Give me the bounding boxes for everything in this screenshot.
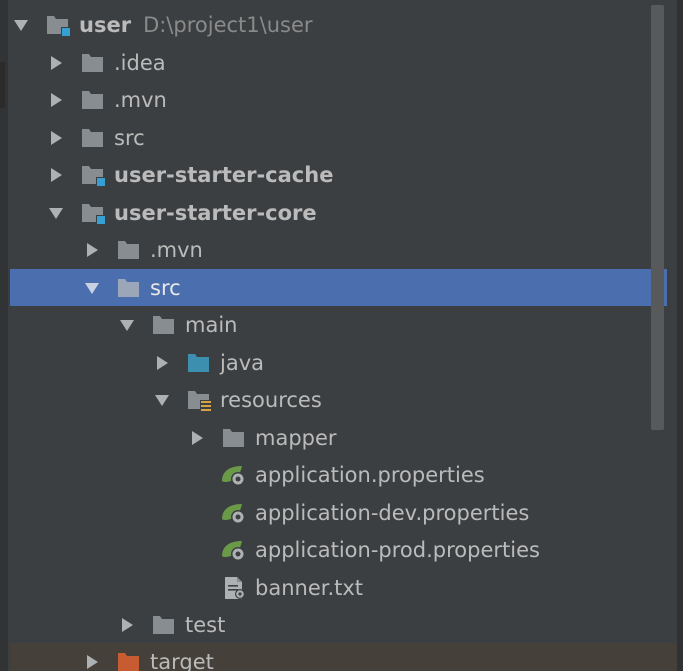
tree-node-src[interactable]: src — [10, 119, 667, 156]
scrollbar-thumb[interactable] — [651, 5, 664, 430]
module-folder-icon — [44, 13, 72, 37]
tree-node-user-starter-core[interactable]: user-starter-core — [10, 194, 667, 231]
tree-node-label: application.properties — [255, 462, 485, 487]
spring-properties-icon — [220, 501, 248, 525]
chevron-right-icon[interactable] — [45, 89, 67, 111]
tree-node-label: mapper — [255, 425, 337, 450]
tree-node-main[interactable]: main — [10, 306, 667, 343]
tree-node-resources[interactable]: resources — [10, 381, 667, 418]
spring-properties-icon — [220, 463, 248, 487]
chevron-right-icon[interactable] — [45, 127, 67, 149]
chevron-down-icon[interactable] — [45, 202, 67, 224]
tree-node-application-properties[interactable]: application.properties — [10, 456, 667, 493]
chevron-down-icon[interactable] — [81, 277, 103, 299]
tree-node-label: application-dev.properties — [255, 500, 530, 525]
folder-icon — [220, 426, 248, 450]
chevron-right-icon[interactable] — [45, 52, 67, 74]
tree-node-banner-txt[interactable]: banner.txt — [10, 569, 667, 606]
tree-node-label: application-prod.properties — [255, 537, 540, 562]
folder-icon — [115, 276, 143, 300]
chevron-right-icon[interactable] — [81, 651, 103, 671]
chevron-down-icon[interactable] — [151, 389, 173, 411]
tree-node-java[interactable]: java — [10, 344, 667, 381]
tree-node-label: src — [114, 125, 145, 150]
tree-node-label: user-starter-core — [114, 200, 317, 225]
tool-window-strip — [0, 0, 8, 671]
tree-node-application-dev-properties[interactable]: application-dev.properties — [10, 494, 667, 531]
tree-node-mapper[interactable]: mapper — [10, 419, 667, 456]
tree-node-user[interactable]: user D:\project1\user — [10, 6, 667, 43]
tree-node-core-mvn[interactable]: .mvn — [10, 231, 667, 268]
tree-node-label: banner.txt — [255, 575, 364, 600]
tree-node-idea[interactable]: .idea — [10, 44, 667, 81]
tree-node-label: main — [185, 312, 238, 337]
folder-icon — [150, 313, 178, 337]
tree-node-target[interactable]: target — [10, 643, 683, 671]
tree-node-mvn[interactable]: .mvn — [10, 81, 667, 118]
module-folder-icon — [79, 201, 107, 225]
chevron-down-icon[interactable] — [10, 14, 32, 36]
chevron-down-icon[interactable] — [116, 314, 138, 336]
folder-icon — [79, 88, 107, 112]
chevron-right-icon[interactable] — [81, 239, 103, 261]
tree-node-application-prod-properties[interactable]: application-prod.properties — [10, 531, 667, 568]
folder-icon — [150, 613, 178, 637]
tree-node-test[interactable]: test — [10, 606, 667, 643]
excluded-folder-icon — [115, 650, 143, 671]
spring-properties-icon — [220, 538, 248, 562]
folder-icon — [79, 51, 107, 75]
project-tree-panel: user D:\project1\user .idea .mvn src use… — [0, 0, 683, 671]
tree-node-label: src — [150, 275, 181, 300]
tree-node-label: .mvn — [114, 87, 167, 112]
tree-node-user-starter-cache[interactable]: user-starter-cache — [10, 156, 667, 193]
tree-node-label: test — [185, 612, 226, 637]
tree-node-label: target — [150, 649, 214, 671]
chevron-right-icon[interactable] — [45, 164, 67, 186]
tree-node-label: .idea — [114, 50, 166, 75]
folder-icon — [115, 238, 143, 262]
folder-icon — [79, 126, 107, 150]
tree-node-label: user-starter-cache — [114, 162, 334, 187]
panel-edge — [677, 0, 683, 671]
chevron-right-icon[interactable] — [151, 352, 173, 374]
source-folder-icon — [185, 351, 213, 375]
tree-node-label: resources — [220, 387, 322, 412]
tree-node-core-src[interactable]: src — [10, 269, 667, 306]
module-folder-icon — [79, 163, 107, 187]
resources-folder-icon — [185, 388, 213, 412]
tree-node-label: user — [79, 12, 132, 37]
tree-node-label: java — [220, 350, 264, 375]
chevron-right-icon[interactable] — [186, 427, 208, 449]
tree-node-label: .mvn — [150, 237, 203, 262]
text-file-icon — [220, 576, 248, 600]
module-path: D:\project1\user — [143, 12, 313, 37]
chevron-right-icon[interactable] — [116, 614, 138, 636]
